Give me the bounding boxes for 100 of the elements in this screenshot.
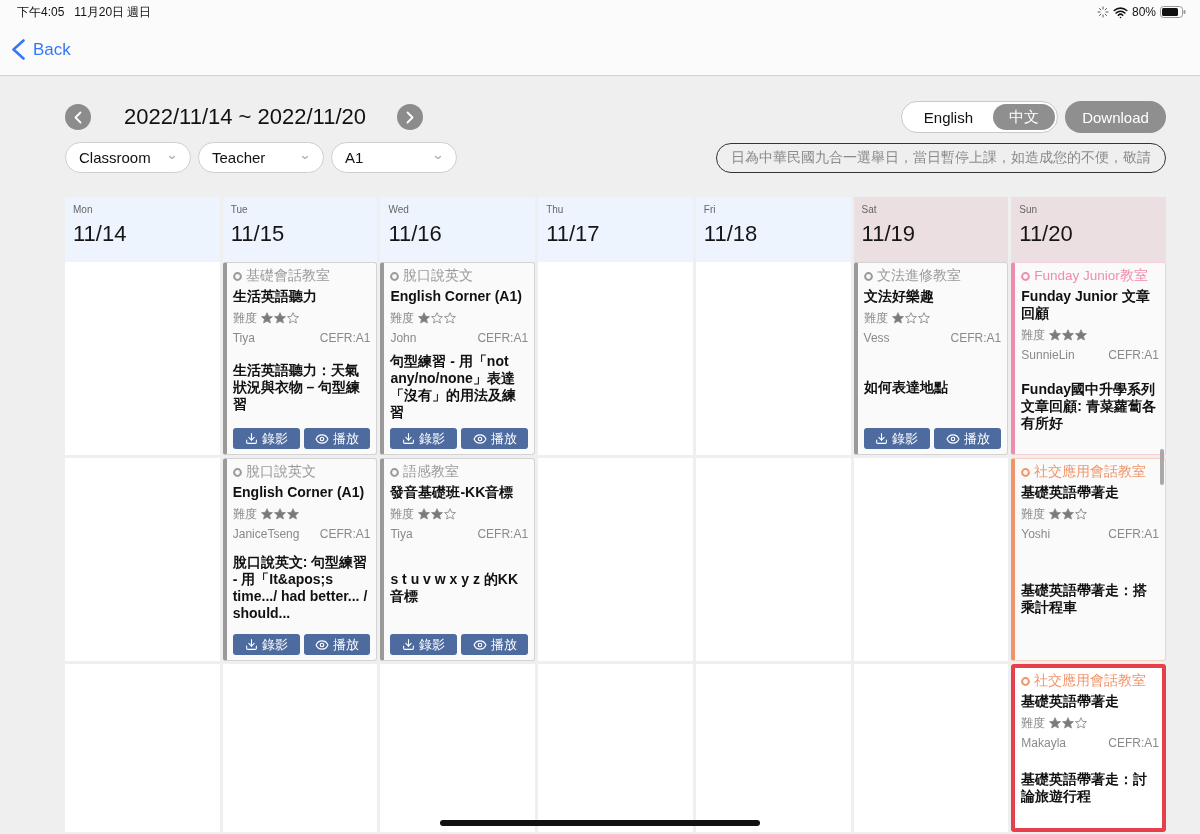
- day-date: 11/20: [1019, 220, 1073, 248]
- play-button[interactable]: 播放: [461, 428, 529, 449]
- day-date: 11/18: [703, 220, 758, 248]
- lesson-title: English Corner (A1): [232, 484, 366, 501]
- star-outline-icon: [1075, 508, 1088, 520]
- teacher-name: Vess: [863, 331, 890, 345]
- day-date: 11/16: [388, 220, 442, 248]
- star-outline-icon: [444, 312, 457, 324]
- lesson-title: Funday Junior 文章回顧: [1021, 288, 1151, 322]
- teacher-name: Makayla: [1021, 736, 1066, 750]
- star-filled-icon: [260, 508, 273, 520]
- chevron-down-icon: [301, 155, 309, 160]
- record-button[interactable]: 錄影: [232, 634, 300, 655]
- cefr-level: CEFR:A1: [319, 331, 371, 345]
- download-icon: [402, 638, 416, 651]
- star-filled-icon: [1049, 508, 1062, 520]
- difficulty-label: 難度: [390, 311, 415, 325]
- day-date: 11/19: [861, 220, 915, 248]
- difficulty-label: 難度: [390, 507, 415, 521]
- eye-icon: [315, 431, 329, 446]
- lesson-card[interactable]: 社交應用會話教室 基礎英語帶著走 難度 Yoshi CEFR:A1 基礎英語帶著走：搭乘計程車: [1011, 458, 1166, 661]
- eye-icon: [945, 431, 960, 446]
- lesson-description: 如何表達地點: [863, 378, 948, 396]
- language-option[interactable]: 中文: [993, 104, 1055, 130]
- lesson-card[interactable]: 社交應用會話教室 基礎英語帶著走 難度 Makayla CEFR:A1 基礎英語帶著走：討論旅遊行程: [1011, 664, 1166, 832]
- play-button[interactable]: 播放: [303, 634, 371, 655]
- record-button[interactable]: 錄影: [390, 634, 458, 655]
- difficulty-label: 難度: [863, 311, 888, 325]
- eye-icon: [472, 431, 487, 446]
- scroll-indicator: [1160, 449, 1164, 485]
- lesson-card[interactable]: 基礎會話教室 生活英語聽力 難度 Tiya CEFR:A1 生活英語聽力：天氣狀況與衣物 – 句型練習 錄影 播放: [222, 262, 378, 455]
- star-outline-icon: [286, 312, 299, 324]
- notice-text: 日為中華民國九合一選舉日，當日暫停上課，如造成您的不便，敬請: [731, 148, 1151, 167]
- back-button[interactable]: Back: [12, 39, 71, 60]
- battery-icon: [1160, 6, 1186, 18]
- lesson-card[interactable]: 脫口說英文 English Corner (A1) 難度 John CEFR:A1 句型練習 - 用「not any/no/none」表達「沒有」的用法及練習 錄影 播放: [380, 262, 536, 455]
- record-button[interactable]: 錄影: [232, 428, 300, 449]
- cefr-level: CEFR:A1: [477, 527, 529, 541]
- download-button[interactable]: Download: [1065, 101, 1166, 133]
- lesson-description: 基礎英語帶著走：搭乘計程車: [1021, 581, 1149, 616]
- next-week-button[interactable]: [397, 104, 424, 130]
- difficulty-label: 難度: [232, 311, 257, 325]
- cefr-level: CEFR:A1: [319, 527, 371, 541]
- cefr-level: CEFR:A1: [1108, 348, 1159, 362]
- lesson-description: 脫口說英文: 句型練習 - 用「It&apos;s time.../ had better... / should...: [232, 554, 369, 622]
- lesson-description: 基礎英語帶著走：討論旅遊行程: [1021, 770, 1149, 805]
- category-label: 社交應用會話教室: [1034, 464, 1147, 480]
- difficulty-label: 難度: [1021, 716, 1046, 730]
- lesson-description: s t u v w x y z 的KK音標: [390, 571, 519, 605]
- teacher-name: John: [390, 331, 417, 345]
- weekday-label: Sat: [861, 204, 877, 216]
- cefr-level: CEFR:A1: [1108, 527, 1159, 541]
- chevron-right-icon: [406, 110, 415, 124]
- weekday-label: Sun: [1019, 204, 1038, 216]
- lesson-description: Funday國中升學系列文章回顧: 青菜蘿蔔各有所好: [1021, 380, 1157, 432]
- cefr-level: CEFR:A1: [950, 331, 1002, 345]
- star-filled-icon: [286, 508, 299, 520]
- lesson-title: 生活英語聽力: [232, 288, 318, 305]
- star-filled-icon: [1062, 329, 1075, 341]
- lesson-card[interactable]: 脫口說英文 English Corner (A1) 難度 JaniceTseng CEFR:A1 脫口說英文: 句型練習 - 用「It&apos;s time.../ had better... / should... 錄影 播放: [222, 458, 378, 661]
- star-outline-icon: [431, 312, 444, 324]
- lesson-card[interactable]: 文法進修教室 文法好樂趣 難度 Vess CEFR:A1 如何表達地點 錄影 播放: [853, 262, 1009, 455]
- filter-dropdown[interactable]: A1: [331, 142, 457, 173]
- weekday-label: Tue: [230, 204, 248, 216]
- category-label: 語感教室: [403, 464, 460, 480]
- category-label: 脫口說英文: [245, 464, 316, 480]
- teacher-name: SunnieLin: [1021, 348, 1075, 362]
- previous-week-button[interactable]: [65, 104, 91, 130]
- record-button[interactable]: 錄影: [390, 428, 458, 449]
- weekday-label: Fri: [703, 204, 716, 216]
- lesson-card[interactable]: 語感教室 發音基礎班-KK音標 難度 Tiya CEFR:A1 s t u v w x y z 的KK音標 錄影 播放: [380, 458, 536, 661]
- lesson-card[interactable]: Funday Junior教室 Funday Junior 文章回顧 難度 SunnieLin CEFR:A1 Funday國中升學系列文章回顧: 青菜蘿蔔各有所好: [1011, 262, 1166, 455]
- difficulty-label: 難度: [1021, 507, 1046, 521]
- star-filled-icon: [1062, 508, 1075, 520]
- filter-dropdown[interactable]: Classroom: [65, 142, 191, 173]
- play-button[interactable]: 播放: [934, 428, 1002, 449]
- star-filled-icon: [273, 508, 286, 520]
- star-filled-icon: [1075, 329, 1088, 341]
- star-filled-icon: [260, 312, 273, 324]
- category-label: 脫口說英文: [403, 268, 474, 284]
- star-filled-icon: [1049, 717, 1062, 729]
- battery-percent: 80%: [1131, 5, 1156, 19]
- category-label: 文法進修教室: [876, 268, 961, 284]
- play-button[interactable]: 播放: [303, 428, 371, 449]
- star-filled-icon: [1049, 329, 1062, 341]
- activity-icon: [1096, 6, 1109, 18]
- lesson-title: 發音基礎班-KK音標: [390, 484, 515, 501]
- chevron-left-icon: [12, 39, 25, 60]
- download-icon: [402, 432, 416, 445]
- language-option[interactable]: English: [903, 104, 993, 130]
- download-icon: [875, 432, 889, 445]
- day-date: 11/14: [73, 220, 127, 248]
- weekday-label: Wed: [388, 204, 409, 216]
- filter-dropdown[interactable]: Teacher: [198, 142, 324, 173]
- record-button[interactable]: 錄影: [863, 428, 931, 449]
- star-filled-icon: [431, 508, 444, 520]
- play-button[interactable]: 播放: [461, 634, 529, 655]
- star-filled-icon: [891, 312, 904, 324]
- category-label: 社交應用會話教室: [1034, 673, 1147, 689]
- teacher-name: Yoshi: [1021, 527, 1051, 541]
